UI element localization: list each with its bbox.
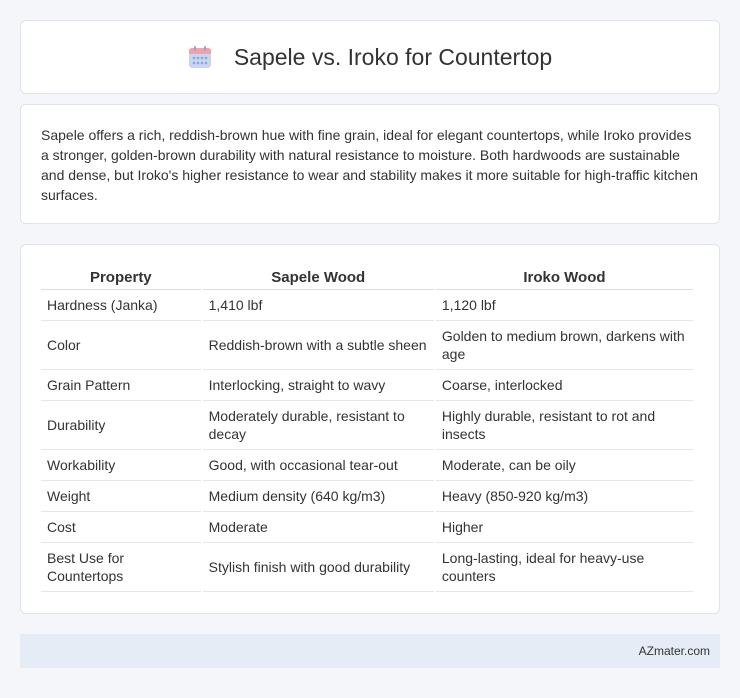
table-row: Color Reddish-brown with a subtle sheen …: [41, 321, 693, 370]
iroko-cell: Golden to medium brown, darkens with age: [435, 321, 693, 370]
property-cell: Grain Pattern: [41, 370, 201, 401]
property-cell: Best Use for Countertops: [41, 543, 201, 592]
sapele-cell: Reddish-brown with a subtle sheen: [202, 321, 434, 370]
sapele-cell: Moderately durable, resistant to decay: [202, 401, 434, 450]
table-row: Grain Pattern Interlocking, straight to …: [41, 370, 693, 401]
table-header-row: Property Sapele Wood Iroko Wood: [41, 265, 693, 290]
summary-card: Sapele offers a rich, reddish-brown hue …: [20, 104, 720, 224]
property-cell: Hardness (Janka): [41, 290, 201, 321]
header-sapele: Sapele Wood: [202, 265, 434, 290]
header-property: Property: [41, 265, 201, 290]
sapele-cell: 1,410 lbf: [202, 290, 434, 321]
title-card: Sapele vs. Iroko for Countertop: [20, 20, 720, 94]
sapele-cell: Moderate: [202, 512, 434, 543]
comparison-table: Property Sapele Wood Iroko Wood Hardness…: [39, 265, 695, 592]
sapele-cell: Medium density (640 kg/m3): [202, 481, 434, 512]
table-row: Weight Medium density (640 kg/m3) Heavy …: [41, 481, 693, 512]
comparison-table-card: Property Sapele Wood Iroko Wood Hardness…: [20, 244, 720, 614]
iroko-cell: Moderate, can be oily: [435, 450, 693, 481]
page-title: Sapele vs. Iroko for Countertop: [233, 43, 553, 70]
property-cell: Cost: [41, 512, 201, 543]
property-cell: Workability: [41, 450, 201, 481]
table-row: Workability Good, with occasional tear-o…: [41, 450, 693, 481]
table-row: Hardness (Janka) 1,410 lbf 1,120 lbf: [41, 290, 693, 321]
footer-brand: AZmater.com: [638, 644, 710, 658]
table-row: Best Use for Countertops Stylish finish …: [41, 543, 693, 592]
iroko-cell: Coarse, interlocked: [435, 370, 693, 401]
property-cell: Durability: [41, 401, 201, 450]
footer: AZmater.com: [20, 634, 720, 668]
calendar-icon: [188, 45, 212, 69]
header-iroko: Iroko Wood: [435, 265, 693, 290]
iroko-cell: 1,120 lbf: [435, 290, 693, 321]
iroko-cell: Higher: [435, 512, 693, 543]
sapele-cell: Interlocking, straight to wavy: [202, 370, 434, 401]
iroko-cell: Heavy (850-920 kg/m3): [435, 481, 693, 512]
iroko-cell: Highly durable, resistant to rot and ins…: [435, 401, 693, 450]
sapele-cell: Good, with occasional tear-out: [202, 450, 434, 481]
sapele-cell: Stylish finish with good durability: [202, 543, 434, 592]
table-row: Cost Moderate Higher: [41, 512, 693, 543]
table-row: Durability Moderately durable, resistant…: [41, 401, 693, 450]
iroko-cell: Long-lasting, ideal for heavy-use counte…: [435, 543, 693, 592]
summary-text: Sapele offers a rich, reddish-brown hue …: [41, 127, 698, 203]
property-cell: Weight: [41, 481, 201, 512]
property-cell: Color: [41, 321, 201, 370]
